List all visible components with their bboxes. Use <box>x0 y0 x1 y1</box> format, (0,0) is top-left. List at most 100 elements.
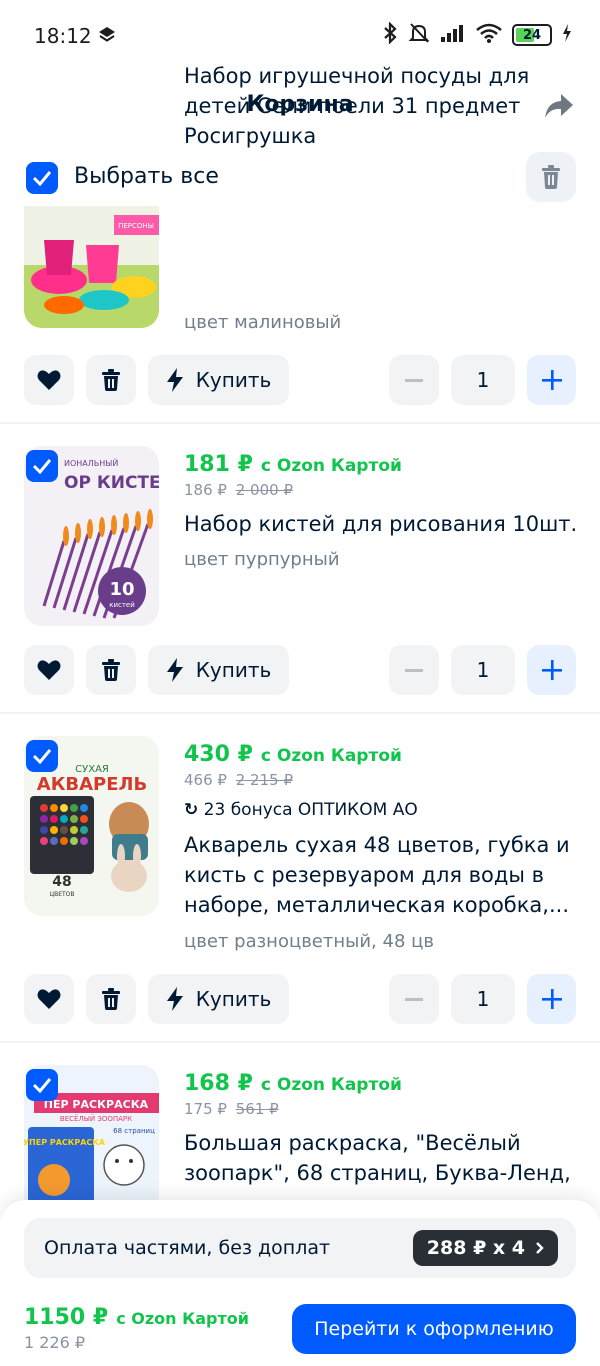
plus-icon <box>541 660 562 680</box>
status-bar: 18:12 24 <box>0 0 600 70</box>
minus-icon <box>405 997 423 1001</box>
total-row: 1150 ₽ с Ozon Картой <box>24 1305 249 1330</box>
quantity-value: 1 <box>451 974 515 1024</box>
select-all-bar: Выбрать все <box>0 150 600 206</box>
bonus-text: 23 бонуса ОПТИКОМ АО <box>203 800 418 820</box>
item-actions: Купить 1 <box>0 645 600 695</box>
thumb-pages: 68 страниц <box>113 1127 155 1135</box>
product-name[interactable]: Набор кистей для рисования 10шт. <box>184 509 579 539</box>
lightning-icon <box>166 368 183 392</box>
buy-label: Купить <box>195 368 272 392</box>
installments-amount: 288 ₽ x 4 <box>426 1237 525 1259</box>
price-note: с Ozon Картой <box>260 1075 402 1095</box>
thumb-title: ОР КИСТЕЙ <box>64 471 159 493</box>
trash-icon <box>102 369 120 391</box>
checkmark-icon <box>32 1078 52 1093</box>
item-checkbox[interactable] <box>26 450 58 482</box>
trash-icon <box>542 165 560 189</box>
bluetooth-icon <box>382 21 398 48</box>
item-divider <box>0 1041 600 1043</box>
lightning-icon <box>166 987 183 1011</box>
checkmark-icon <box>32 459 52 474</box>
buy-label: Купить <box>195 658 272 682</box>
select-all-label: Выбрать все <box>74 164 219 189</box>
old-price-row: 186 ₽ 2 000 ₽ <box>184 481 293 499</box>
bell-off-icon <box>408 22 430 48</box>
buy-now-button[interactable]: Купить <box>148 355 289 405</box>
price-note: с Ozon Картой <box>260 456 402 476</box>
old-price: 466 ₽ <box>184 771 227 789</box>
bonus-row: ↻ 23 бонуса ОПТИКОМ АО <box>184 800 418 820</box>
delete-item-button[interactable] <box>86 645 136 695</box>
charging-icon <box>562 24 572 46</box>
plus-icon <box>541 370 562 390</box>
increase-quantity-button[interactable] <box>527 355 576 405</box>
thumb-badge-text: кистей <box>109 601 135 609</box>
product-color: цвет разноцветный, 48 цв <box>184 931 434 952</box>
decrease-quantity-button[interactable] <box>389 974 439 1024</box>
item-checkbox[interactable] <box>26 740 58 772</box>
price-note: с Ozon Картой <box>260 746 402 766</box>
product-name[interactable]: Набор игрушечной посуды для детей Сели п… <box>184 61 579 151</box>
item-actions: Купить 1 <box>0 974 600 1024</box>
wifi-icon <box>476 23 502 47</box>
checkout-button[interactable]: Перейти к оформлению <box>292 1304 576 1354</box>
item-actions: Купить 1 <box>0 355 600 405</box>
strike-price: 561 ₽ <box>235 1100 279 1118</box>
product-color: цвет малиновый <box>184 312 342 333</box>
favorite-button[interactable] <box>24 645 74 695</box>
thumb-book: СУПЕР РАСКРАСКА <box>24 1138 106 1147</box>
old-price-row: 175 ₽ 561 ₽ <box>184 1100 279 1118</box>
chevron-right-icon <box>536 1242 544 1254</box>
decrease-quantity-button[interactable] <box>389 355 439 405</box>
thumb-badge-number: 10 <box>109 579 134 600</box>
thumb-sub: ЦВЕТОВ <box>49 891 74 898</box>
delete-item-button[interactable] <box>86 974 136 1024</box>
select-all-checkbox[interactable] <box>26 162 58 194</box>
price: 181 ₽ <box>184 452 253 477</box>
item-divider <box>0 422 600 424</box>
increase-quantity-button[interactable] <box>527 645 576 695</box>
heart-icon <box>37 660 61 680</box>
thumb-label: ПЕРСОНЫ <box>118 222 154 230</box>
product-name[interactable]: Акварель сухая 48 цветов, губка и кисть … <box>184 830 579 920</box>
signal-icon <box>440 24 466 46</box>
thumb-title: ПЕР РАСКРАСКА <box>44 1098 149 1111</box>
increase-quantity-button[interactable] <box>527 974 576 1024</box>
price-row: 430 ₽ с Ozon Картой <box>184 742 402 767</box>
decrease-quantity-button[interactable] <box>389 645 439 695</box>
quantity-value: 1 <box>451 355 515 405</box>
checkmark-icon <box>32 171 52 186</box>
delete-item-button[interactable] <box>86 355 136 405</box>
product-name[interactable]: Большая раскраска, "Весёлый зоопарк", 68… <box>184 1128 579 1188</box>
item-checkbox[interactable] <box>26 1069 58 1101</box>
layers-icon <box>98 26 116 48</box>
battery-indicator: 24 <box>512 24 552 46</box>
product-color: цвет пурпурный <box>184 549 340 570</box>
delete-selected-button[interactable] <box>526 152 576 202</box>
installments-pill[interactable]: 288 ₽ x 4 <box>412 1230 558 1266</box>
total-old-price: 1 226 ₽ <box>24 1333 86 1352</box>
price: 430 ₽ <box>184 742 253 767</box>
old-price-row: 466 ₽ 2 215 ₽ <box>184 771 293 789</box>
old-price: 175 ₽ <box>184 1100 227 1118</box>
bonus-icon: ↻ <box>184 800 199 820</box>
price-row: 181 ₽ с Ozon Картой <box>184 452 402 477</box>
strike-price: 2 000 ₽ <box>235 481 293 499</box>
minus-icon <box>405 668 423 672</box>
buy-now-button[interactable]: Купить <box>148 645 289 695</box>
old-price: 186 ₽ <box>184 481 227 499</box>
favorite-button[interactable] <box>24 974 74 1024</box>
status-time: 18:12 <box>34 24 92 48</box>
total-price: 1150 ₽ <box>24 1305 109 1330</box>
item-divider <box>0 712 600 714</box>
favorite-button[interactable] <box>24 355 74 405</box>
installments-banner[interactable]: Оплата частями, без доплат 288 ₽ x 4 <box>24 1218 576 1278</box>
minus-icon <box>405 378 423 382</box>
thumb-sub: ВЕСЁЛЫЙ ЗООПАРК <box>60 1114 132 1123</box>
heart-icon <box>37 989 61 1009</box>
trash-icon <box>102 659 120 681</box>
price: 168 ₽ <box>184 1071 253 1096</box>
buy-now-button[interactable]: Купить <box>148 974 289 1024</box>
strike-price: 2 215 ₽ <box>235 771 293 789</box>
